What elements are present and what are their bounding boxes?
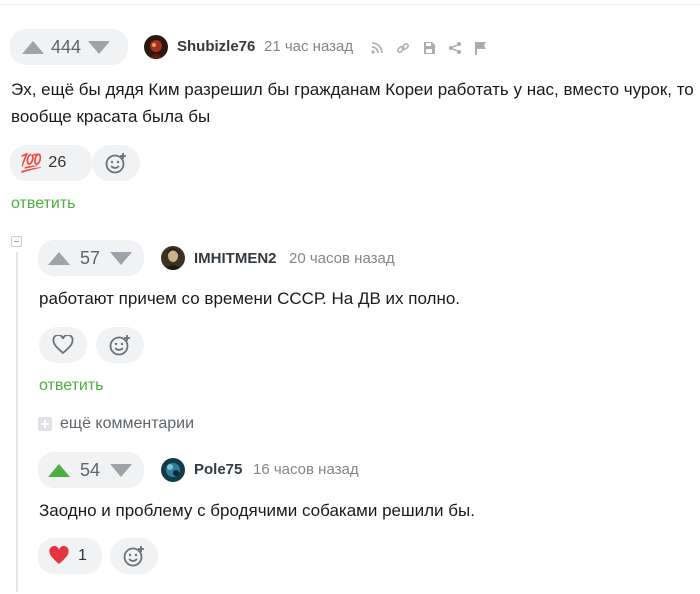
reply-link[interactable]: ответить (11, 195, 76, 213)
comment-text: Эх, ещё бы дядя Ким разрешил бы граждана… (11, 80, 694, 126)
reply-link[interactable]: ответить (39, 377, 104, 395)
share-icon[interactable] (447, 40, 463, 56)
downvote-arrow-icon[interactable] (110, 463, 132, 477)
add-reaction-button[interactable] (110, 538, 158, 574)
top-divider (0, 4, 700, 5)
upvote-arrow-icon[interactable] (48, 251, 70, 265)
reaction-count: 26 (48, 154, 67, 171)
rating-count: 444 (50, 36, 82, 57)
heart-outline-icon (52, 335, 74, 355)
reaction-button[interactable]: 1 (38, 538, 102, 574)
vote-panel: 54 (38, 452, 144, 488)
upvote-arrow-icon[interactable] (22, 40, 44, 54)
avatar[interactable] (161, 246, 185, 270)
avatar[interactable] (161, 458, 185, 482)
smiley-plus-icon (105, 153, 126, 174)
plus-box-icon (38, 417, 52, 431)
comment-time[interactable]: 20 часов назад (289, 250, 395, 267)
comment-text: работают причем со времени СССР. На ДВ и… (39, 289, 461, 308)
vote-panel: 444 (10, 29, 128, 65)
smiley-plus-icon (123, 546, 144, 567)
more-comments-label: ещё комментарии (60, 415, 195, 432)
upvote-arrow-icon[interactable] (48, 463, 70, 477)
rating-count: 57 (79, 247, 101, 268)
comment-author[interactable]: Shubizle76 (177, 38, 255, 55)
downvote-arrow-icon[interactable] (110, 251, 132, 265)
comment-time[interactable]: 21 час назад (264, 38, 353, 55)
collapse-thread-button[interactable] (11, 236, 22, 247)
reaction-button[interactable]: 💯 26 (10, 145, 92, 181)
vote-panel: 57 (38, 240, 144, 276)
avatar[interactable] (144, 35, 168, 59)
downvote-arrow-icon[interactable] (88, 40, 110, 54)
branch-icon[interactable] (369, 40, 385, 56)
smiley-plus-icon (109, 335, 130, 356)
thread-line[interactable] (16, 252, 18, 592)
comment-text: Заодно и проблему с бродячими собаками р… (39, 501, 475, 520)
hundred-emoji-icon: 💯 (20, 152, 43, 173)
link-icon[interactable] (395, 40, 411, 56)
more-comments-button[interactable]: ещё комментарии (38, 415, 194, 433)
comment-time[interactable]: 16 часов назад (253, 461, 359, 478)
comment-author[interactable]: Pole75 (194, 461, 242, 478)
add-reaction-button[interactable] (92, 145, 140, 181)
heart-filled-icon (49, 546, 69, 564)
comment-author[interactable]: IMHITMEN2 (194, 250, 277, 267)
like-button[interactable] (39, 327, 87, 363)
reaction-count: 1 (78, 547, 87, 564)
rating-count: 54 (79, 459, 101, 480)
add-reaction-button[interactable] (96, 327, 144, 363)
save-icon[interactable] (421, 40, 437, 56)
flag-icon[interactable] (472, 40, 488, 56)
